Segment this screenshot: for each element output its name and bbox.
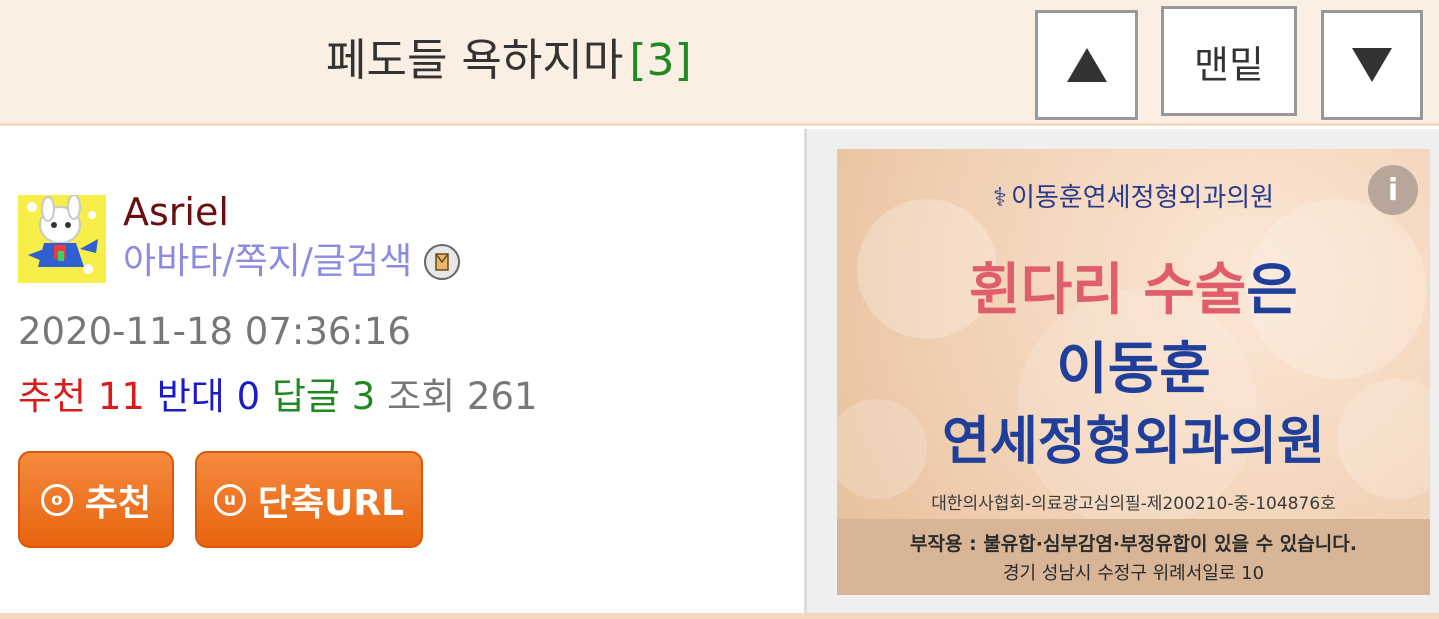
avatar-image xyxy=(18,195,106,283)
post-header: 페도들 욕하지마 [3] 맨밑 xyxy=(0,0,1439,126)
view-label: 조회 xyxy=(387,375,456,418)
post-title-text: 페도들 욕하지마 xyxy=(326,35,624,86)
reply-count: [3] xyxy=(629,35,692,86)
reply-count-stat: 3 xyxy=(351,375,376,418)
view-count: 261 xyxy=(466,375,538,418)
ad-info-icon[interactable]: i xyxy=(1368,165,1418,215)
oppose-label: 반대 xyxy=(156,375,225,418)
short-url-button[interactable]: u 단축URL xyxy=(195,451,423,548)
ad-brand-logo-icon: ⚕ xyxy=(992,183,1007,213)
ad-headline-1-red: 휜다리 수술 xyxy=(969,258,1247,323)
ad-brand: ⚕ 이동훈연세정형외과의원 xyxy=(837,177,1430,214)
ad-headline-1-blue: 은 xyxy=(1246,258,1298,323)
user-links[interactable]: 아바타/쪽지/글검색 xyxy=(123,239,461,285)
avatar[interactable] xyxy=(18,195,106,283)
ad-headline-1: 휜다리 수술은 xyxy=(837,245,1430,326)
post-stats: 추천 11 반대 0 답글 3 조회 261 xyxy=(18,374,538,420)
ad-certification: 대한의사협회-의료광고심의필-제200210-중-104876호 xyxy=(931,494,1336,514)
scroll-top-button[interactable] xyxy=(1035,10,1138,120)
ad-banner[interactable]: ⚕ 이동훈연세정형외과의원 i 휜다리 수술은 이동훈 연세정형외과의원 대한의사… xyxy=(837,149,1430,595)
ad-brand-text: 이동훈연세정형외과의원 xyxy=(1010,183,1275,213)
recommend-count: 11 xyxy=(97,375,145,418)
recommend-button-label: 추천 xyxy=(84,482,152,524)
ad-address: 경기 성남시 수정구 위례서일로 10 xyxy=(1002,563,1265,584)
ad-headline-2: 이동훈 xyxy=(1056,337,1211,402)
short-url-button-label: 단축URL xyxy=(257,482,405,524)
user-links-text[interactable]: 아바타/쪽지/글검색 xyxy=(123,239,412,285)
ad-warning: 부작용 : 불유합·심부감염·부정유합이 있을 수 있습니다. xyxy=(910,533,1357,555)
ad-footer: 부작용 : 불유합·심부감염·부정유합이 있을 수 있습니다. 경기 성남시 수… xyxy=(837,519,1430,595)
triangle-up-icon xyxy=(1066,48,1107,82)
post-info: Asriel 아바타/쪽지/글검색 2020-11-18 07:36:16 추천… xyxy=(0,129,804,613)
scroll-bottom-label: 맨밑 xyxy=(1194,42,1264,87)
url-icon: u xyxy=(213,483,246,516)
post-datetime: 2020-11-18 07:36:16 xyxy=(18,310,411,353)
section-divider xyxy=(0,613,1439,619)
oppose-count: 0 xyxy=(236,375,261,418)
ad-headline-3: 연세정형외과의원 xyxy=(942,412,1325,472)
reply-label: 답글 xyxy=(271,375,340,418)
recommend-label: 추천 xyxy=(18,375,87,418)
recommend-button[interactable]: o 추천 xyxy=(18,451,174,548)
recommend-icon: o xyxy=(40,483,73,516)
post-title: 페도들 욕하지마 [3] xyxy=(326,30,692,92)
mail-icon[interactable] xyxy=(424,244,461,280)
username-link[interactable]: Asriel xyxy=(123,189,229,235)
scroll-bottom-button[interactable]: 맨밑 xyxy=(1161,6,1297,116)
scroll-down-button[interactable] xyxy=(1321,10,1423,120)
triangle-down-icon xyxy=(1352,48,1392,82)
ad-column: ⚕ 이동훈연세정형외과의원 i 휜다리 수술은 이동훈 연세정형외과의원 대한의사… xyxy=(804,129,1439,613)
